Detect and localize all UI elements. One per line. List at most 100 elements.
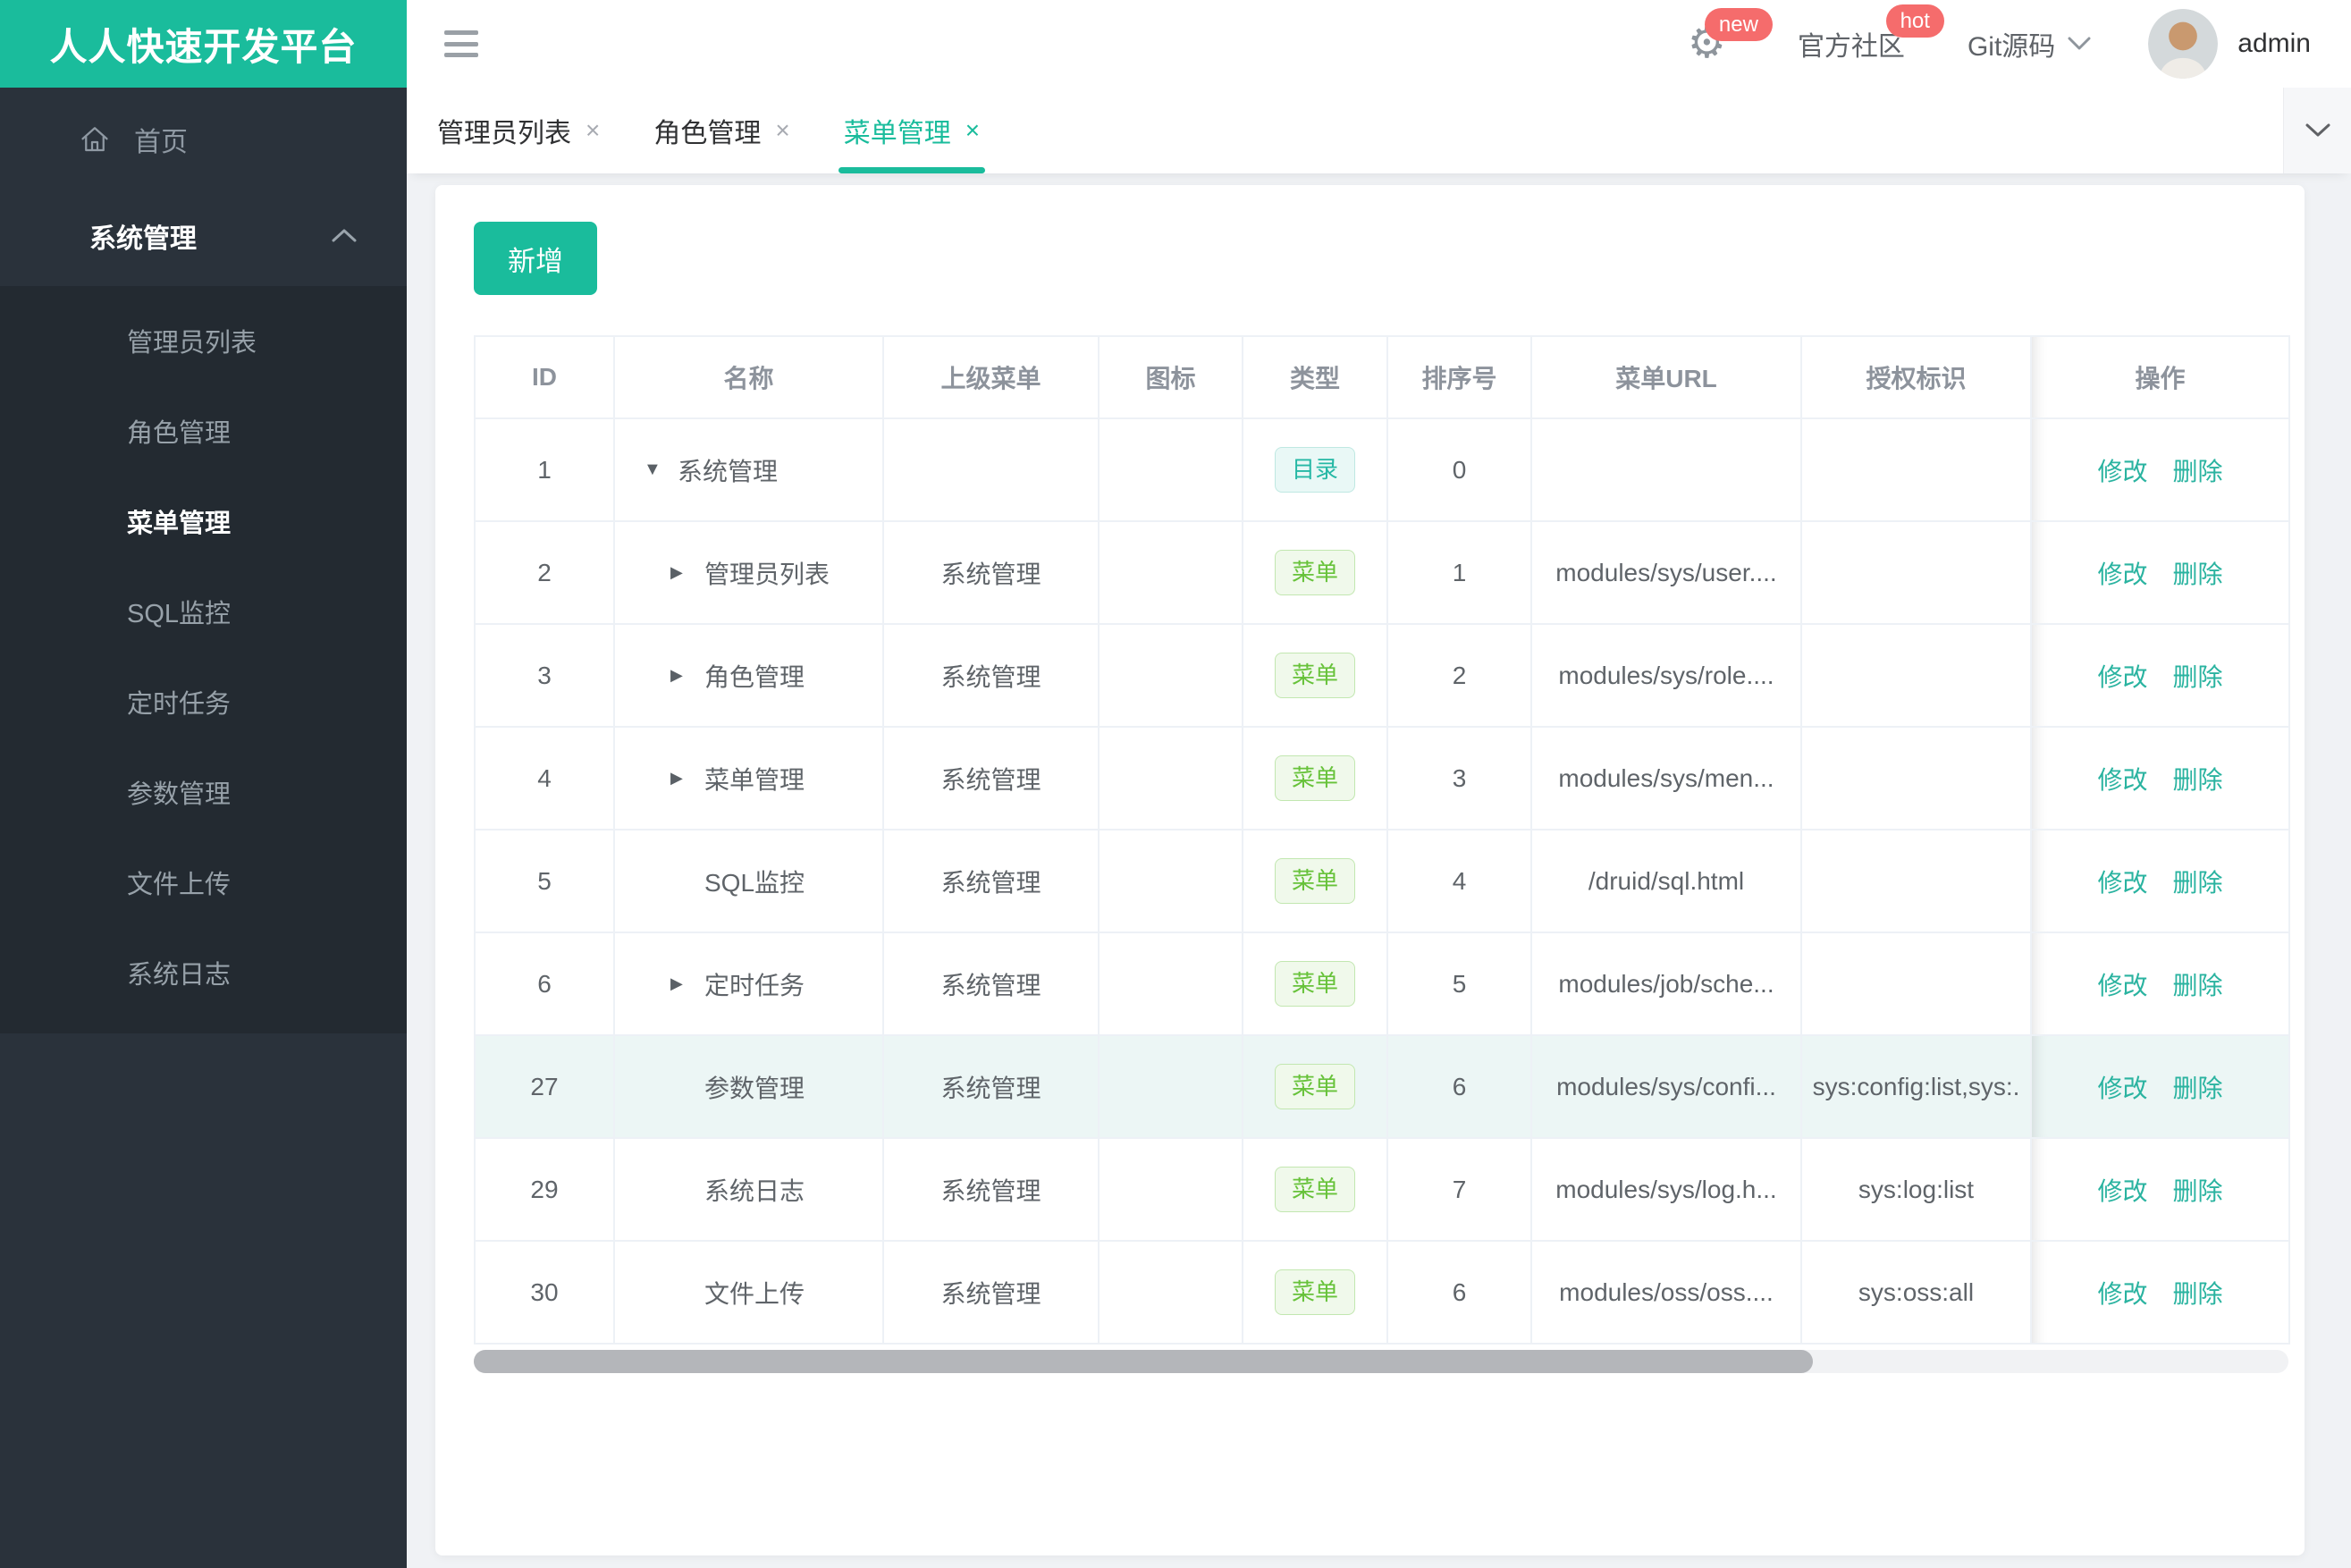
cell-type: 菜单 — [1242, 1240, 1388, 1345]
cell-actions: 修改 删除 — [2030, 1240, 2290, 1345]
sidebar-submenu: 管理员列表 角色管理 菜单管理 SQL监控 定时任务 参数管理 文件上传 系统日志 — [0, 286, 407, 1033]
tab-close-icon[interactable]: × — [775, 116, 789, 145]
cell-actions: 修改 删除 — [2030, 417, 2290, 522]
tree-expand-caret[interactable]: ▶ — [670, 563, 704, 582]
sidebar-item[interactable]: 定时任务 — [0, 656, 407, 746]
edit-link[interactable]: 修改 — [2097, 1075, 2147, 1102]
edit-link[interactable]: 修改 — [2097, 1280, 2147, 1308]
sidebar-item[interactable]: 管理员列表 — [0, 295, 407, 385]
cell-menu-url: modules/sys/confi... — [1530, 1034, 1802, 1139]
cell-name: ▶ 角色管理 — [613, 623, 884, 728]
community-link[interactable]: 官方社区 hot — [1798, 4, 1944, 63]
tab[interactable]: 菜单管理 × — [817, 88, 1007, 173]
delete-link[interactable]: 删除 — [2173, 1280, 2223, 1308]
cell-icon — [1098, 829, 1243, 933]
cell-parent-menu — [882, 417, 1100, 522]
tree-expand-caret[interactable]: ▶ — [670, 769, 704, 788]
sidebar-item-home[interactable]: 首页 — [0, 93, 407, 186]
sidebar-item[interactable]: 菜单管理 — [0, 476, 407, 566]
edit-link[interactable]: 修改 — [2097, 561, 2147, 588]
cell-menu-url: modules/sys/user.... — [1530, 520, 1802, 625]
sidebar: 首页 系统管理 管理员列表 角色管理 菜单管理 SQL监控 定时任务 参数管理 文件上传 系统… — [0, 88, 407, 1568]
table-row[interactable]: 27 参数管理 系统管理 菜单 6 modules/sys/confi... sys:con… — [474, 1034, 2290, 1139]
sidebar-item[interactable]: 参数管理 — [0, 746, 407, 837]
type-tag-menu: 菜单 — [1274, 1269, 1355, 1316]
cell-type: 菜单 — [1242, 1137, 1388, 1242]
chevron-up-icon — [331, 228, 358, 244]
menu-name-text: 参数管理 — [704, 1074, 805, 1102]
tab-close-icon[interactable]: × — [965, 116, 980, 145]
table-row[interactable]: 1 ▼ 系统管理 目录 0 修改 删除 — [474, 417, 2290, 522]
cell-parent-menu: 系统管理 — [882, 1137, 1100, 1242]
cell-name: 参数管理 — [613, 1034, 884, 1139]
sidebar-section-system[interactable]: 系统管理 — [0, 186, 407, 286]
column-header: 类型 — [1242, 335, 1388, 419]
new-badge: new — [1704, 8, 1773, 42]
cell-icon — [1098, 1137, 1243, 1242]
cell-type: 菜单 — [1242, 726, 1388, 830]
edit-link[interactable]: 修改 — [2097, 1177, 2147, 1205]
cell-id: 29 — [474, 1137, 615, 1242]
cell-id: 4 — [474, 726, 615, 830]
tree-expand-caret[interactable]: ▼ — [644, 459, 678, 480]
cell-menu-url: modules/sys/role.... — [1530, 623, 1802, 728]
add-button[interactable]: 新增 — [474, 222, 597, 295]
top-bar: 人人快速开发平台 ⚙ new 官方社区 hot Git源码 admin — [0, 0, 2351, 88]
delete-link[interactable]: 删除 — [2173, 1177, 2223, 1205]
horizontal-scrollbar-track[interactable] — [474, 1350, 2288, 1373]
cell-actions: 修改 删除 — [2030, 829, 2290, 933]
table-row[interactable]: 6 ▶ 定时任务 系统管理 菜单 5 modules/job/sche... 修改 删除 — [474, 932, 2290, 1036]
delete-link[interactable]: 删除 — [2173, 561, 2223, 588]
cell-type: 菜单 — [1242, 932, 1388, 1036]
cell-actions: 修改 删除 — [2030, 1034, 2290, 1139]
cell-parent-menu: 系统管理 — [882, 726, 1100, 830]
delete-link[interactable]: 删除 — [2173, 458, 2223, 485]
user-menu[interactable]: admin — [2148, 9, 2311, 79]
settings-button[interactable]: ⚙ new — [1688, 8, 1773, 65]
delete-link[interactable]: 删除 — [2173, 869, 2223, 897]
table-row[interactable]: 29 系统日志 系统管理 菜单 7 modules/sys/log.h... sys:log… — [474, 1137, 2290, 1242]
tab[interactable]: 管理员列表 × — [410, 88, 627, 173]
edit-link[interactable]: 修改 — [2097, 869, 2147, 897]
tabs-container: 管理员列表 × 角色管理 × 菜单管理 × — [410, 88, 1007, 173]
delete-link[interactable]: 删除 — [2173, 663, 2223, 691]
column-header: 上级菜单 — [882, 335, 1100, 419]
sidebar-toggle-icon[interactable] — [444, 30, 478, 57]
tree-expand-caret[interactable]: ▶ — [670, 666, 704, 685]
cell-name: ▶ 管理员列表 — [613, 520, 884, 625]
table-row[interactable]: 3 ▶ 角色管理 系统管理 菜单 2 modules/sys/role.... 修改 删除 — [474, 623, 2290, 728]
edit-link[interactable]: 修改 — [2097, 972, 2147, 999]
tab[interactable]: 角色管理 × — [627, 88, 816, 173]
cell-icon — [1098, 1034, 1243, 1139]
tabs-collapse-button[interactable] — [2283, 88, 2351, 173]
delete-link[interactable]: 删除 — [2173, 766, 2223, 794]
git-source-label: Git源码 — [1967, 32, 2056, 62]
tree-expand-caret[interactable]: ▶ — [670, 974, 704, 993]
edit-link[interactable]: 修改 — [2097, 663, 2147, 691]
cell-auth-flag — [1800, 623, 2032, 728]
delete-link[interactable]: 删除 — [2173, 972, 2223, 999]
sidebar-item[interactable]: 角色管理 — [0, 385, 407, 476]
edit-link[interactable]: 修改 — [2097, 458, 2147, 485]
type-tag-menu: 菜单 — [1274, 1063, 1355, 1110]
type-tag-directory: 目录 — [1274, 446, 1355, 493]
cell-menu-url: modules/sys/men... — [1530, 726, 1802, 830]
sidebar-item[interactable]: 系统日志 — [0, 927, 407, 1017]
delete-link[interactable]: 删除 — [2173, 1075, 2223, 1102]
edit-link[interactable]: 修改 — [2097, 766, 2147, 794]
git-source-menu[interactable]: Git源码 — [1968, 24, 2091, 63]
avatar[interactable] — [2148, 9, 2219, 79]
table-row[interactable]: 5 SQL监控 系统管理 菜单 4/druid/sql.html 修改 删除 — [474, 829, 2290, 933]
tab-close-icon[interactable]: × — [586, 116, 600, 145]
column-header: 授权标识 — [1800, 335, 2032, 419]
table-row[interactable]: 4 ▶ 菜单管理 系统管理 菜单 3 modules/sys/men... 修改 删除 — [474, 726, 2290, 830]
cell-id: 1 — [474, 417, 615, 522]
horizontal-scrollbar-thumb[interactable] — [474, 1350, 1813, 1373]
sidebar-item[interactable]: 文件上传 — [0, 837, 407, 927]
cell-parent-menu: 系统管理 — [882, 1034, 1100, 1139]
table-row[interactable]: 30 文件上传 系统管理 菜单 6 modules/oss/oss.... sys:oss:… — [474, 1240, 2290, 1345]
sidebar-item[interactable]: SQL监控 — [0, 566, 407, 656]
type-tag-menu: 菜单 — [1274, 1166, 1355, 1213]
table-row[interactable]: 2 ▶ 管理员列表 系统管理 菜单 1 modules/sys/user.... 修改 删除 — [474, 520, 2290, 625]
cell-order: 6 — [1386, 1034, 1532, 1139]
